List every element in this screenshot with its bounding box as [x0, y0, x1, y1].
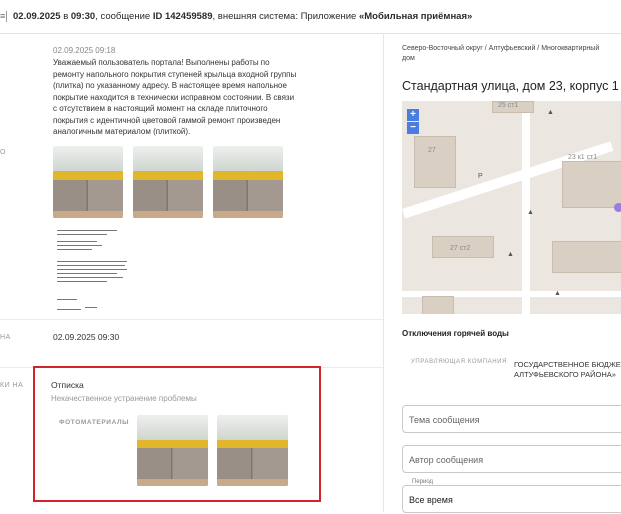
management-company-label: УПРАВЛЯЮЩАЯ КОМПАНИЯ — [411, 359, 508, 365]
map-building-label: 23 к1 ст1 — [568, 154, 598, 161]
header-system-label: , внешняя система: Приложение — [212, 11, 357, 22]
reply-photo-2[interactable] — [133, 146, 203, 218]
photo-materials-label: ФОТОМАТЕРИАЛЫ — [59, 419, 130, 426]
header-separator — [6, 11, 7, 22]
reply-date: 02.09.2025 09:18 — [53, 46, 116, 55]
map-building-label: 27 — [428, 147, 436, 154]
topic-input[interactable]: Тема сообщения — [402, 405, 621, 433]
header-system-name: «Мобильная приёмная» — [358, 11, 473, 22]
reply-photo-3[interactable] — [213, 146, 283, 218]
side-label-status: НА — [0, 334, 11, 341]
header-time: 09:30 — [70, 11, 96, 22]
hot-water-outages-title: Отключения горячей воды — [402, 329, 509, 338]
reply-status-title: Отписка — [51, 380, 84, 390]
period-select[interactable]: Все время — [402, 485, 621, 513]
header-date: 02.09.2025 — [13, 11, 61, 22]
complaint-photo-2[interactable] — [217, 415, 288, 486]
management-company-line1: ГОСУДАРСТВЕННОЕ БЮДЖЕТН — [514, 360, 621, 369]
period-label: Период — [410, 479, 436, 485]
map-poi-icon: ▲ — [554, 290, 561, 297]
address-breadcrumb: Северо-Восточный округ / Алтуфьевский / … — [402, 45, 600, 62]
header-msg-prefix: , сообщение — [95, 11, 151, 22]
menu-icon[interactable]: ≡ — [0, 10, 5, 22]
reply-status-subtitle: Некачественное устранение проблемы — [51, 394, 197, 403]
map-building-label: 27 ст2 — [450, 245, 471, 252]
map-building-label: 25 ст1 — [498, 102, 519, 109]
map-poi-icon: ▲ — [507, 251, 514, 258]
status-date: 02.09.2025 09:30 — [53, 332, 120, 342]
message-panel: 02.09.2025 09:18 Уважаемый пользователь … — [0, 33, 383, 512]
management-company-value: ГОСУДАРСТВЕННОЕ БЮДЖЕТН АЛТУФЬЕВСКОГО РА… — [514, 360, 621, 380]
side-label-reply: КИ НА — [0, 382, 24, 389]
document-thumbnail[interactable] — [55, 228, 131, 326]
divider — [0, 319, 383, 320]
header-prep: в — [63, 11, 69, 22]
map-poi-icon: ▲ — [547, 109, 554, 116]
location-map[interactable]: 25 ст1 27 23 к1 ст1 27 ст2 + − ▲ ▲ ▲ ▲ P — [402, 101, 621, 314]
management-company-line2: АЛТУФЬЕВСКОГО РАЙОНА» — [514, 370, 616, 379]
object-panel: Северо-Восточный округ / Алтуфьевский / … — [384, 33, 621, 513]
map-parking-icon: P — [478, 173, 483, 180]
object-title: Стандартная улица, дом 23, корпус 1 — [402, 79, 619, 93]
author-input[interactable]: Автор сообщения — [402, 445, 621, 473]
header-msg-id: ID 142459589 — [152, 11, 213, 22]
map-location-marker[interactable] — [614, 203, 621, 212]
map-zoom-out-button[interactable]: − — [407, 122, 419, 134]
reply-text: Уважаемый пользователь портала! Выполнен… — [53, 58, 297, 136]
complaint-photo-1[interactable] — [137, 415, 208, 486]
message-header-bar: ≡ 02.09.2025 в 09:30, сообщение ID 14245… — [0, 0, 621, 34]
reply-photo-1[interactable] — [53, 146, 123, 218]
side-label-letter: О — [0, 149, 6, 156]
message-header-text: 02.09.2025 в 09:30, сообщение ID 1424595… — [13, 0, 472, 33]
map-poi-icon: ▲ — [527, 209, 534, 216]
period-select-value: Все время — [409, 495, 453, 505]
map-zoom-in-button[interactable]: + — [407, 109, 419, 121]
